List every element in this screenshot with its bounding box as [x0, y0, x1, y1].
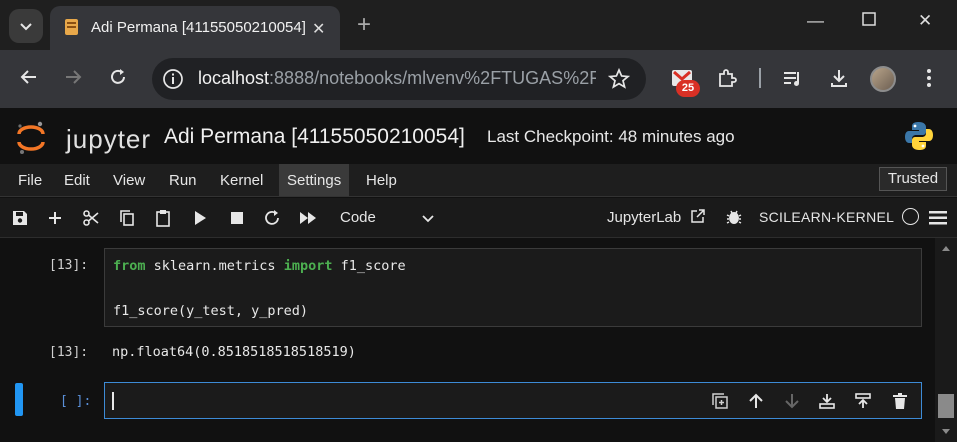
jupyter-logo[interactable]: jupyter [16, 118, 150, 158]
menu-run[interactable]: Run [169, 172, 197, 189]
cell-output: np.float64(0.8518518518518519) [112, 344, 356, 360]
cut-icon[interactable] [81, 208, 101, 228]
scroll-up-icon[interactable] [941, 244, 951, 252]
code-keyword: import [283, 258, 333, 274]
active-code-cell[interactable] [104, 382, 922, 419]
duplicate-cell-icon[interactable] [710, 391, 730, 411]
debugger-bug-icon[interactable] [725, 208, 743, 226]
chevron-down-icon[interactable] [420, 210, 436, 226]
jupyter-logo-text: jupyter [66, 124, 152, 154]
move-up-icon[interactable] [746, 391, 766, 411]
maximize-icon[interactable] [862, 11, 876, 31]
address-bar[interactable]: localhost:8888/notebooks/mlvenv%2FTUGAS%… [152, 58, 646, 100]
jupyter-logo-icon [17, 121, 45, 154]
external-link-icon[interactable] [690, 208, 706, 224]
restart-icon[interactable] [262, 208, 282, 228]
chevron-down-icon [20, 23, 32, 31]
back-icon[interactable] [16, 64, 42, 90]
star-icon[interactable] [607, 67, 631, 91]
kernel-status-indicator [902, 208, 919, 225]
notebook-favicon [65, 19, 78, 35]
browser-toolbar: localhost:8888/notebooks/mlvenv%2FTUGAS%… [0, 50, 957, 108]
url-path: :8888/notebooks/mlvenv%2FTUGAS%2F... [269, 68, 596, 88]
media-icon[interactable] [779, 64, 807, 92]
notebook-title[interactable]: Adi Permana [41155050210054] [164, 125, 465, 149]
info-icon[interactable] [162, 68, 184, 90]
notebook-toolbar: Code JupyterLab SCILEARN-KERNEL [0, 198, 957, 238]
text-cursor [112, 392, 114, 410]
download-icon[interactable] [825, 64, 853, 92]
toolbar-divider [759, 68, 761, 88]
python-logo-icon [905, 122, 933, 150]
hamburger-menu-icon[interactable] [929, 210, 947, 226]
last-checkpoint: Last Checkpoint: 48 minutes ago [487, 127, 735, 146]
fast-forward-icon[interactable] [298, 208, 318, 228]
code-line: f1_score(y_test, y_pred) [113, 303, 309, 319]
url-host: localhost [198, 68, 270, 88]
code-line: from sklearn.metrics import f1_score [113, 258, 406, 274]
code-cell[interactable]: from sklearn.metrics import f1_score f1_… [104, 248, 922, 327]
insert-below-icon[interactable] [853, 391, 873, 411]
extension-badge: 25 [676, 80, 700, 97]
menu-view[interactable]: View [113, 172, 145, 189]
insert-cell-icon[interactable] [45, 208, 65, 228]
url-text: localhost:8888/notebooks/mlvenv%2FTUGAS%… [198, 68, 596, 89]
forward-icon[interactable] [60, 64, 86, 90]
minimize-icon[interactable]: — [807, 11, 824, 31]
menu-kernel[interactable]: Kernel [220, 172, 263, 189]
active-cell-marker [15, 383, 23, 416]
jupyterlab-link[interactable]: JupyterLab [607, 209, 681, 226]
jupyter-header: jupyter Adi Permana [41155050210054] Las… [0, 108, 957, 164]
input-prompt: [ ]: [60, 394, 92, 409]
puzzle-icon[interactable] [713, 64, 741, 92]
copy-icon[interactable] [117, 208, 137, 228]
scrollbar-thumb[interactable] [938, 394, 954, 418]
menu-help[interactable]: Help [366, 172, 397, 189]
input-prompt: [13]: [49, 258, 89, 273]
code-keyword: from [113, 258, 146, 274]
stop-icon[interactable] [227, 208, 247, 228]
run-icon[interactable] [190, 208, 210, 228]
close-window-icon[interactable]: ✕ [918, 11, 932, 31]
tab-search-button[interactable] [9, 9, 43, 43]
kernel-name[interactable]: SCILEARN-KERNEL [759, 209, 894, 225]
code-text: sklearn.metrics [145, 258, 284, 274]
profile-avatar[interactable] [870, 66, 896, 92]
menu-bar: File Edit View Run Kernel Settings Help [0, 164, 957, 197]
output-prompt: [13]: [49, 345, 89, 360]
menu-file[interactable]: File [18, 172, 42, 189]
trusted-indicator[interactable]: Trusted [879, 167, 947, 191]
browser-tab-strip: Adi Permana [41155050210054] ✕ + — ✕ [0, 0, 957, 50]
close-icon[interactable]: ✕ [312, 19, 325, 39]
reload-icon[interactable] [105, 64, 131, 90]
insert-above-icon[interactable] [817, 391, 837, 411]
scroll-down-icon[interactable] [941, 428, 951, 436]
plus-icon[interactable]: + [357, 11, 371, 39]
code-text: f1_score [332, 258, 406, 274]
menu-edit[interactable]: Edit [64, 172, 90, 189]
save-icon[interactable] [10, 208, 30, 228]
trash-icon[interactable] [890, 391, 910, 411]
browser-tab[interactable]: Adi Permana [41155050210054] ✕ [50, 6, 340, 50]
cell-type-select[interactable]: Code [340, 209, 376, 226]
paste-icon[interactable] [153, 208, 173, 228]
menu-settings[interactable]: Settings [279, 164, 350, 196]
move-down-icon[interactable] [782, 391, 802, 411]
kebab-menu-icon[interactable] [915, 64, 943, 92]
tab-title: Adi Permana [41155050210054] [91, 19, 306, 36]
